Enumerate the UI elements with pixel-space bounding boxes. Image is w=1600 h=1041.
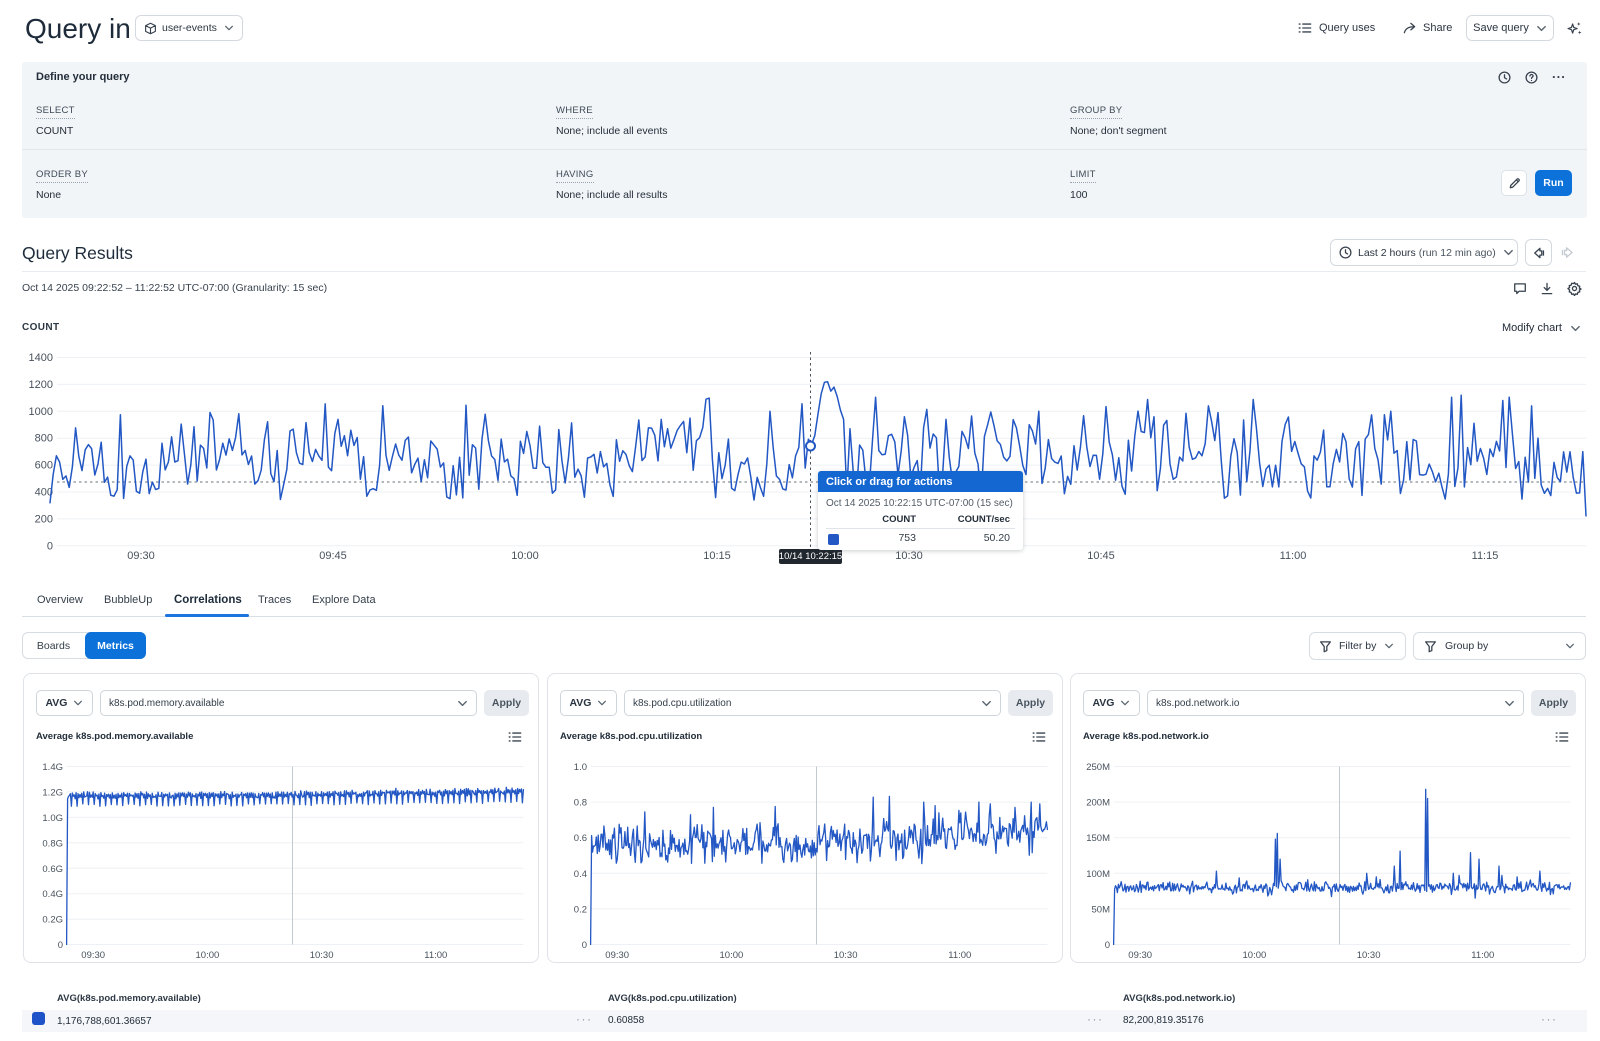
svg-text:800: 800 [35,433,53,445]
svg-text:0.2: 0.2 [574,904,587,915]
svg-text:150M: 150M [1086,833,1110,844]
svg-text:10:00: 10:00 [511,550,539,562]
svg-text:11:00: 11:00 [1280,550,1307,562]
svg-text:1.0: 1.0 [574,762,587,773]
svg-text:09:45: 09:45 [319,550,347,562]
svg-text:11:00: 11:00 [424,950,447,961]
svg-text:11:00: 11:00 [1471,950,1494,961]
svg-text:10:15: 10:15 [703,550,731,562]
svg-text:0.2G: 0.2G [42,915,63,926]
svg-text:0.8: 0.8 [574,798,587,809]
svg-text:1200: 1200 [29,379,53,391]
svg-text:10:45: 10:45 [1087,550,1115,562]
svg-text:0.4G: 0.4G [42,889,63,900]
svg-text:10:30: 10:30 [1357,950,1381,961]
svg-text:0: 0 [582,940,587,951]
svg-text:10:00: 10:00 [1243,950,1267,961]
svg-text:11:00: 11:00 [948,950,971,961]
svg-text:10:30: 10:30 [834,950,858,961]
svg-text:0: 0 [47,540,53,552]
svg-text:250M: 250M [1086,762,1110,773]
svg-text:1.4G: 1.4G [42,762,63,773]
svg-text:10:00: 10:00 [196,950,220,961]
svg-text:100M: 100M [1086,869,1110,880]
svg-text:0.6G: 0.6G [42,864,63,875]
svg-text:09:30: 09:30 [605,950,629,961]
svg-text:600: 600 [35,460,53,472]
svg-text:200M: 200M [1086,798,1110,809]
svg-text:50M: 50M [1092,904,1111,915]
svg-text:1.2G: 1.2G [42,787,63,798]
svg-text:200: 200 [35,513,53,525]
svg-text:0.6: 0.6 [574,833,587,844]
svg-text:09:30: 09:30 [81,950,105,961]
svg-text:10:30: 10:30 [895,550,923,562]
svg-text:0.8G: 0.8G [42,838,63,849]
svg-text:1.0G: 1.0G [42,813,63,824]
svg-text:09:30: 09:30 [1128,950,1152,961]
svg-text:1400: 1400 [29,352,53,364]
svg-text:0: 0 [58,940,63,951]
svg-text:11:15: 11:15 [1472,550,1499,562]
svg-text:0: 0 [1105,940,1110,951]
svg-text:10:00: 10:00 [720,950,744,961]
svg-text:09:30: 09:30 [127,550,155,562]
svg-text:1000: 1000 [29,406,53,418]
svg-text:0.4: 0.4 [574,869,587,880]
svg-text:10:30: 10:30 [310,950,334,961]
